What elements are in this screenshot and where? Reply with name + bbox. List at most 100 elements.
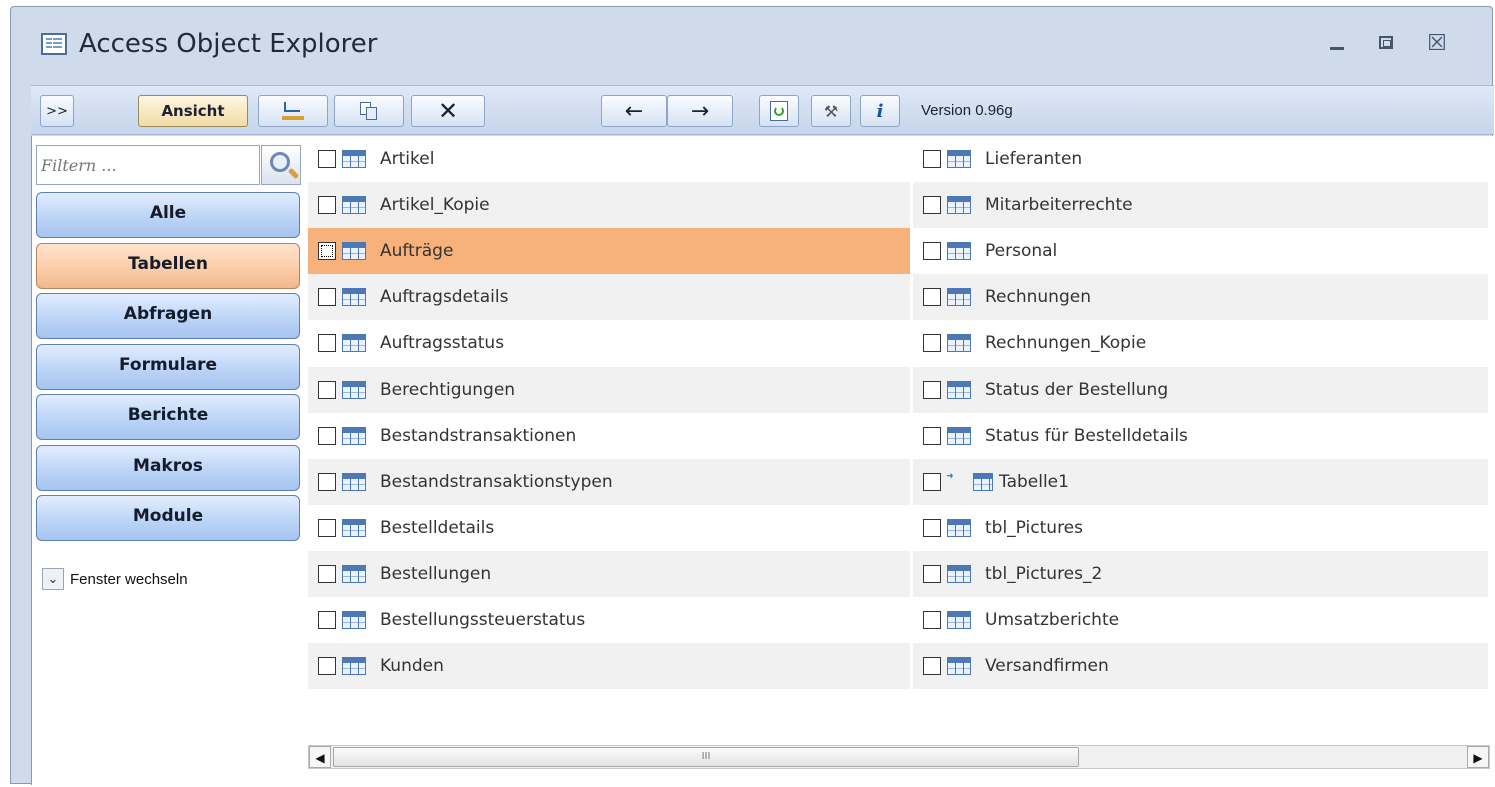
object-checkbox[interactable]: [923, 426, 941, 445]
object-name: Bestellungen: [380, 563, 492, 584]
nav-button-abfragen[interactable]: Abfragen: [36, 293, 300, 339]
object-row[interactable]: Bestellungen: [308, 550, 910, 597]
object-row[interactable]: Lieferanten: [913, 136, 1488, 182]
object-checkbox[interactable]: [923, 611, 941, 629]
object-checkbox[interactable]: [318, 196, 336, 215]
object-checkbox[interactable]: [923, 150, 941, 168]
horizontal-scrollbar[interactable]: ◀ III ▶: [308, 745, 1490, 769]
nav-button-alle[interactable]: Alle: [36, 192, 300, 238]
object-name: Artikel: [380, 149, 435, 169]
object-row[interactable]: Tabelle1: [913, 458, 1488, 505]
copy-button[interactable]: [334, 95, 404, 127]
object-name: Umsatzberichte: [985, 610, 1120, 630]
close-icon: ☒: [1427, 31, 1447, 56]
table-icon: [947, 426, 971, 445]
object-checkbox[interactable]: [318, 518, 336, 537]
table-icon: [342, 334, 366, 353]
object-checkbox[interactable]: [318, 657, 336, 676]
design-button[interactable]: [258, 95, 328, 127]
back-button[interactable]: ←: [601, 95, 667, 127]
object-checkbox[interactable]: [318, 288, 336, 307]
object-checkbox[interactable]: [923, 288, 941, 307]
tools-icon: ⚒: [823, 101, 839, 121]
object-checkbox[interactable]: [923, 472, 941, 491]
object-row[interactable]: tbl_Pictures: [913, 505, 1488, 551]
object-row[interactable]: Bestelldetails: [308, 505, 910, 551]
scroll-left-button[interactable]: ◀: [309, 746, 331, 768]
table-icon: [947, 380, 971, 399]
object-checkbox[interactable]: [923, 657, 941, 676]
object-row[interactable]: Rechnungen: [913, 274, 1488, 321]
table-icon: [342, 242, 366, 261]
nav-button-makros[interactable]: Makros: [36, 445, 300, 491]
object-row[interactable]: Bestandstransaktionen: [308, 413, 910, 459]
forward-button[interactable]: →: [667, 95, 733, 127]
table-icon: [947, 150, 971, 168]
object-checkbox[interactable]: [318, 380, 336, 399]
close-button[interactable]: ☒: [1419, 29, 1455, 59]
object-name: Tabelle1: [999, 471, 1069, 492]
title-bar[interactable]: Access Object Explorer ☒: [11, 7, 1492, 85]
object-checkbox[interactable]: [318, 242, 336, 261]
object-row[interactable]: Kunden: [308, 643, 910, 690]
object-row[interactable]: Status der Bestellung: [913, 366, 1488, 413]
filter-input[interactable]: [36, 145, 260, 185]
object-checkbox[interactable]: [318, 611, 336, 629]
object-row[interactable]: tbl_Pictures_2: [913, 550, 1488, 597]
object-checkbox[interactable]: [923, 334, 941, 353]
scroll-thumb[interactable]: III: [333, 747, 1079, 767]
object-row[interactable]: Rechnungen_Kopie: [913, 320, 1488, 366]
restore-icon: [1379, 36, 1393, 49]
window-switch[interactable]: ⌄ Fenster wechseln: [42, 568, 188, 590]
object-row[interactable]: Auftragsstatus: [308, 320, 910, 366]
object-checkbox[interactable]: [318, 426, 336, 445]
object-row[interactable]: Personal: [913, 228, 1488, 274]
table-icon: [342, 426, 366, 445]
object-row[interactable]: Aufträge: [308, 228, 910, 275]
object-row[interactable]: Auftragsdetails: [308, 274, 910, 321]
restore-button[interactable]: [1368, 29, 1404, 59]
object-row[interactable]: Artikel: [308, 136, 910, 182]
expand-button[interactable]: >>: [40, 95, 74, 127]
object-checkbox[interactable]: [318, 472, 336, 491]
object-name: Bestelldetails: [380, 517, 495, 538]
view-toggle-button[interactable]: Ansicht: [138, 95, 248, 127]
object-name: Personal: [985, 241, 1058, 262]
table-icon: [947, 288, 971, 307]
object-row[interactable]: Artikel_Kopie: [308, 182, 910, 229]
object-row[interactable]: Umsatzberichte: [913, 597, 1488, 643]
object-checkbox[interactable]: [923, 242, 941, 261]
object-checkbox[interactable]: [923, 564, 941, 583]
nav-button-module[interactable]: Module: [36, 495, 300, 541]
object-row[interactable]: Berechtigungen: [308, 366, 910, 413]
refresh-button[interactable]: [759, 95, 799, 127]
delete-button[interactable]: ✕: [411, 95, 485, 127]
minimize-button[interactable]: [1318, 29, 1354, 59]
object-checkbox[interactable]: [318, 150, 336, 168]
nav-button-berichte[interactable]: Berichte: [36, 394, 300, 440]
tools-button[interactable]: ⚒: [811, 95, 851, 127]
chevron-down-icon[interactable]: ⌄: [42, 568, 64, 590]
table-icon: [973, 472, 993, 491]
object-name: tbl_Pictures: [985, 517, 1083, 538]
object-checkbox[interactable]: [923, 518, 941, 537]
object-row[interactable]: Bestellungssteuerstatus: [308, 597, 910, 643]
object-checkbox[interactable]: [318, 334, 336, 353]
object-checkbox[interactable]: [923, 380, 941, 399]
object-row[interactable]: Mitarbeiterrechte: [913, 182, 1488, 229]
object-checkbox[interactable]: [318, 564, 336, 583]
object-name: Kunden: [380, 656, 444, 677]
filter-search-button[interactable]: [261, 145, 301, 185]
object-name: Bestandstransaktionstypen: [380, 471, 613, 492]
scroll-right-button[interactable]: ▶: [1467, 746, 1489, 768]
table-icon: [947, 564, 971, 583]
table-icon: [947, 657, 971, 676]
nav-button-formulare[interactable]: Formulare: [36, 344, 300, 390]
object-checkbox[interactable]: [923, 196, 941, 215]
nav-button-tabellen[interactable]: Tabellen: [36, 243, 300, 289]
info-button[interactable]: i: [860, 95, 900, 127]
object-row[interactable]: Bestandstransaktionstypen: [308, 458, 910, 505]
object-row[interactable]: Status für Bestelldetails: [913, 413, 1488, 459]
object-row[interactable]: Versandfirmen: [913, 643, 1488, 690]
content-area: Alle Tabellen Abfragen Formulare Bericht…: [31, 136, 1494, 785]
